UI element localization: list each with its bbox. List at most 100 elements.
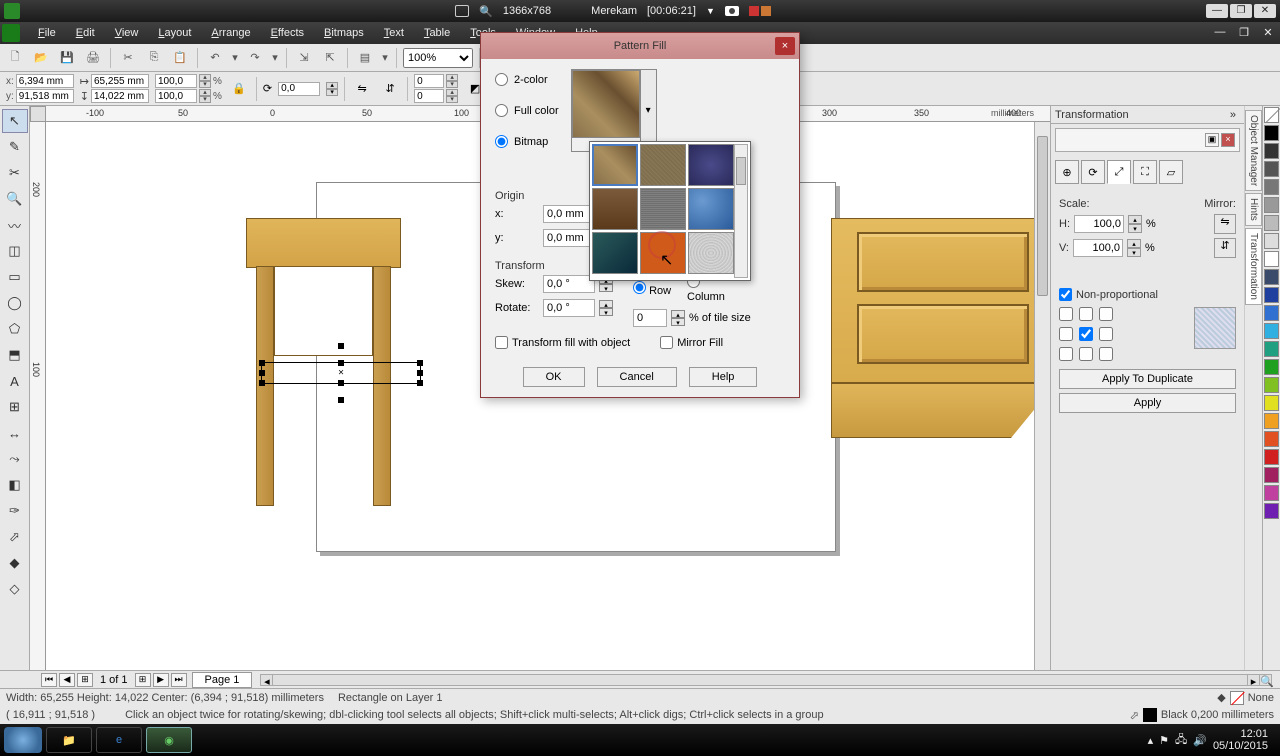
page-prev-button[interactable]: ◀ xyxy=(59,673,75,687)
palette-swatch[interactable] xyxy=(1264,197,1279,213)
window-minimize-button[interactable]: — xyxy=(1206,4,1228,18)
freehand-tool[interactable]: 〰 xyxy=(2,213,28,237)
dialog-close-button[interactable]: × xyxy=(775,37,795,55)
palette-swatch[interactable] xyxy=(1264,161,1279,177)
radio-2color[interactable]: 2-color xyxy=(495,73,559,86)
menu-bitmaps[interactable]: Bitmaps xyxy=(314,24,374,42)
recorder-menu-arrow[interactable]: ▼ xyxy=(706,6,715,16)
tray-network-icon[interactable]: 🖧 xyxy=(1175,731,1187,750)
palette-white[interactable] xyxy=(1264,251,1279,267)
radio-full-color[interactable]: Full color xyxy=(495,104,559,117)
ellipse-tool[interactable]: ◯ xyxy=(2,291,28,315)
mirror-h-button[interactable]: ⇋ xyxy=(351,78,373,100)
row-radio[interactable]: Row xyxy=(633,281,677,297)
camera-icon[interactable] xyxy=(725,6,739,16)
rotation-input[interactable] xyxy=(278,82,320,96)
menu-text[interactable]: Text xyxy=(374,24,414,42)
pattern-thumb[interactable] xyxy=(640,232,686,274)
pattern-thumb[interactable] xyxy=(640,188,686,230)
doc-close-button[interactable]: ✕ xyxy=(1258,26,1278,40)
pick-tool[interactable]: ↖ xyxy=(2,109,28,133)
page-add-before-button[interactable]: ⊞ xyxy=(77,673,93,687)
obj-x-input[interactable] xyxy=(16,74,74,88)
scale-v-input[interactable] xyxy=(1073,239,1123,257)
pattern-thumb[interactable] xyxy=(592,232,638,274)
fill-tool[interactable]: ◆ xyxy=(2,551,28,575)
pattern-thumb[interactable] xyxy=(592,188,638,230)
redo-dropdown[interactable]: ▾ xyxy=(270,47,280,69)
selection-handle[interactable] xyxy=(259,370,265,376)
doc-restore-button[interactable]: ❐ xyxy=(1234,26,1254,40)
pattern-thumb[interactable] xyxy=(640,144,686,186)
pause-record-button[interactable] xyxy=(749,6,759,16)
scroll-thumb[interactable] xyxy=(736,157,746,185)
palette-swatch[interactable] xyxy=(1264,359,1279,375)
pattern-thumb[interactable] xyxy=(592,144,638,186)
apply-to-duplicate-button[interactable]: Apply To Duplicate xyxy=(1059,369,1236,389)
vertical-scrollbar[interactable] xyxy=(1034,122,1050,670)
copy-button[interactable]: ⎘ xyxy=(143,47,165,69)
export-button[interactable]: ⇱ xyxy=(319,47,341,69)
blend-tool[interactable]: ◧ xyxy=(2,473,28,497)
palette-black[interactable] xyxy=(1264,125,1279,141)
palette-swatch[interactable] xyxy=(1264,287,1279,303)
polygon-tool[interactable]: ⬠ xyxy=(2,317,28,341)
palette-swatch[interactable] xyxy=(1264,377,1279,393)
table-tool[interactable]: ⊞ xyxy=(2,395,28,419)
open-button[interactable]: 📂 xyxy=(30,47,52,69)
page-first-button[interactable]: ⏮ xyxy=(41,673,57,687)
mirror-fill-checkbox[interactable]: Mirror Fill xyxy=(660,336,723,349)
anchor-mr[interactable] xyxy=(1099,327,1113,341)
obj-width-input[interactable] xyxy=(91,74,149,88)
paste-button[interactable]: 📋 xyxy=(169,47,191,69)
palette-no-fill[interactable] xyxy=(1264,107,1279,123)
ruler-origin[interactable] xyxy=(30,106,46,122)
doc-minimize-button[interactable]: — xyxy=(1210,26,1230,40)
print-button[interactable]: 🖨 xyxy=(82,47,104,69)
origin-x-input[interactable] xyxy=(543,205,595,223)
window-close-button[interactable]: ✕ xyxy=(1254,4,1276,18)
save-button[interactable]: 💾 xyxy=(56,47,78,69)
scale-h-input[interactable] xyxy=(1074,215,1124,233)
selection-handle[interactable] xyxy=(338,380,344,386)
scale-y-input[interactable] xyxy=(155,89,197,103)
cancel-button[interactable]: Cancel xyxy=(597,367,677,387)
side-tab-object-manager[interactable]: Object Manager xyxy=(1245,110,1262,191)
import-button[interactable]: ⇲ xyxy=(293,47,315,69)
menu-table[interactable]: Table xyxy=(414,24,460,42)
anchor-tc[interactable] xyxy=(1079,307,1093,321)
transform-fill-checkbox[interactable]: Transform fill with object xyxy=(495,336,630,349)
interactive-fill-tool[interactable]: ◇ xyxy=(2,577,28,601)
taskbar-ie[interactable]: e xyxy=(96,727,142,753)
palette-swatch[interactable] xyxy=(1264,395,1279,411)
selection-handle[interactable] xyxy=(259,380,265,386)
anchor-tl[interactable] xyxy=(1059,307,1073,321)
page-last-button[interactable]: ⏭ xyxy=(171,673,187,687)
pattern-thumb[interactable] xyxy=(688,144,734,186)
palette-swatch[interactable] xyxy=(1264,413,1279,429)
position-tab[interactable]: ⊕ xyxy=(1055,160,1079,184)
start-button[interactable] xyxy=(4,727,42,753)
smart-fill-tool[interactable]: ◫ xyxy=(2,239,28,263)
tray-flag-icon[interactable]: ⚑ xyxy=(1159,734,1169,747)
shape-tool[interactable]: ✎ xyxy=(2,135,28,159)
new-button[interactable]: 🗋 xyxy=(4,47,26,69)
selection-handle[interactable] xyxy=(417,370,423,376)
pattern-preview-dropdown[interactable] xyxy=(571,69,657,152)
eyedropper-tool[interactable]: ✑ xyxy=(2,499,28,523)
crop-tool[interactable]: ✂ xyxy=(2,161,28,185)
scale-mirror-tab[interactable]: ⤢ xyxy=(1107,160,1131,184)
corner-tl-input[interactable] xyxy=(414,74,444,88)
menu-effects[interactable]: Effects xyxy=(261,24,314,42)
basic-shapes-tool[interactable]: ⬒ xyxy=(2,343,28,367)
object-cabinet[interactable] xyxy=(831,218,1050,438)
window-maximize-button[interactable]: ❐ xyxy=(1230,4,1252,18)
publish-pdf-button[interactable]: ▤ xyxy=(354,47,376,69)
apply-button[interactable]: Apply xyxy=(1059,393,1236,413)
anchor-ml[interactable] xyxy=(1059,327,1073,341)
offset-input[interactable] xyxy=(633,309,667,327)
origin-y-input[interactable] xyxy=(543,229,595,247)
size-tab[interactable]: ⛶ xyxy=(1133,160,1157,184)
page-next-button[interactable]: ▶ xyxy=(153,673,169,687)
radio-bitmap[interactable]: Bitmap xyxy=(495,135,559,148)
